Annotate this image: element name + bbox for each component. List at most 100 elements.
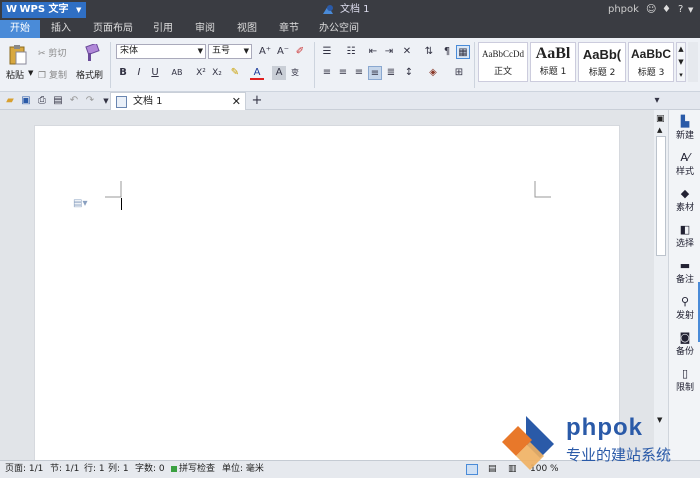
- tab-view[interactable]: 视图: [230, 20, 264, 38]
- format-painter-button[interactable]: 格式刷: [76, 68, 103, 81]
- document-tab[interactable]: 文档 1 ✕: [110, 92, 246, 110]
- side-item-material[interactable]: ◆ 素材: [669, 187, 700, 214]
- user-name[interactable]: phpok: [608, 2, 639, 18]
- shrink-font-icon[interactable]: A⁻: [276, 45, 290, 59]
- show-marks-icon[interactable]: ¶: [440, 45, 454, 59]
- status-unit[interactable]: 单位: 毫米: [222, 461, 264, 478]
- redo-icon[interactable]: ↷: [83, 94, 97, 108]
- page-view-icon[interactable]: [466, 464, 478, 475]
- align-center-icon[interactable]: ≡: [336, 66, 350, 80]
- bullet-list-icon[interactable]: ☰: [320, 45, 334, 59]
- sort-icon[interactable]: ⇅: [422, 45, 436, 59]
- paragraph-icon[interactable]: ▤▾: [73, 198, 87, 209]
- chevron-down-icon[interactable]: ▼: [28, 69, 33, 77]
- style-heading-3[interactable]: AaBbC 标题 3: [628, 42, 674, 82]
- strikethrough-icon[interactable]: AB: [168, 66, 186, 80]
- distribute-icon[interactable]: ≣: [384, 66, 398, 80]
- line-spacing-icon[interactable]: ↕: [402, 66, 416, 80]
- app-name: WPS 文字: [19, 4, 69, 15]
- help-button[interactable]: ?: [678, 2, 683, 18]
- chinese-layout-icon[interactable]: ✕: [400, 45, 414, 59]
- gridlines-icon[interactable]: ▦: [456, 45, 470, 59]
- side-item-send[interactable]: ⚲ 发射: [669, 296, 700, 322]
- char-shading-icon[interactable]: A: [272, 66, 286, 80]
- material-icon: ◆: [680, 187, 690, 200]
- font-color-icon[interactable]: A: [250, 66, 264, 80]
- save-icon[interactable]: ▣: [19, 94, 33, 108]
- tab-chapter[interactable]: 章节: [272, 20, 306, 38]
- border-icon[interactable]: ⊞: [452, 66, 466, 80]
- superscript-icon[interactable]: X²: [194, 66, 208, 80]
- cut-button[interactable]: ✂ 剪切: [38, 46, 66, 59]
- side-item-select[interactable]: ◧ 选择: [669, 224, 700, 250]
- chevron-down-icon: ▼: [76, 6, 82, 14]
- watermark-brand: phpok: [566, 414, 643, 441]
- increase-indent-icon[interactable]: ⇥: [382, 45, 396, 59]
- ruler-toggle-icon[interactable]: ▣: [656, 114, 665, 124]
- paste-icon[interactable]: [8, 44, 28, 66]
- underline-icon[interactable]: U: [148, 66, 162, 80]
- numbered-list-icon[interactable]: ☷: [344, 45, 358, 59]
- scroll-up-icon[interactable]: ▲: [657, 126, 662, 134]
- document-icon: [116, 96, 127, 108]
- font-size-select[interactable]: 五号 ▼: [208, 44, 252, 59]
- menu-tabs: 开始 插入 页面布局 引用 审阅 视图 章节 办公空间: [0, 20, 700, 38]
- open-folder-icon[interactable]: ▰: [3, 94, 17, 108]
- close-icon[interactable]: ✕: [232, 93, 241, 110]
- clear-format-icon[interactable]: ✐: [293, 45, 307, 59]
- grow-font-icon[interactable]: A⁺: [258, 45, 272, 59]
- tab-review[interactable]: 审阅: [188, 20, 222, 38]
- skin-icon[interactable]: ☺: [646, 2, 656, 18]
- task-pane: ▙ 新建 A⁄ 样式 ◆ 素材 ◧ 选择 ▬ 备注 ⚲ 发射 ◙ 备份 ▯ 限制: [668, 110, 700, 460]
- scissors-icon: ✂: [38, 49, 46, 59]
- side-item-style[interactable]: A⁄ 样式: [669, 152, 700, 178]
- phonetic-icon[interactable]: 变: [288, 66, 302, 80]
- chevron-down-icon[interactable]: ▼: [688, 2, 693, 18]
- decrease-indent-icon[interactable]: ⇤: [366, 45, 380, 59]
- side-item-comment[interactable]: ▬ 备注: [669, 260, 700, 286]
- tab-menu-icon[interactable]: ▾: [650, 94, 664, 108]
- shirt-icon[interactable]: ♦: [662, 2, 671, 18]
- tab-start[interactable]: 开始: [0, 20, 40, 38]
- style-normal[interactable]: AaBbCcDd 正文: [478, 42, 528, 82]
- paragraph-shading-icon[interactable]: ◈: [426, 66, 440, 80]
- status-page[interactable]: 页面: 1/1: [5, 461, 43, 478]
- side-item-new[interactable]: ▙ 新建: [669, 116, 700, 142]
- align-right-icon[interactable]: ≡: [352, 66, 366, 80]
- undo-icon[interactable]: ↶: [67, 94, 81, 108]
- paste-button[interactable]: 粘贴: [6, 68, 24, 81]
- tab-reference[interactable]: 引用: [146, 20, 180, 38]
- font-name-select[interactable]: 宋体 ▼: [116, 44, 206, 59]
- copy-button[interactable]: ❐ 复制: [38, 68, 67, 81]
- style-gallery-scroll[interactable]: ▲ ▼ ▾: [676, 42, 686, 82]
- vertical-scrollbar[interactable]: ▣ ▲ ▼: [654, 110, 668, 460]
- style-heading-1[interactable]: AaBl 标题 1: [530, 42, 576, 82]
- outline-view-icon[interactable]: ▤: [488, 461, 497, 478]
- tab-page-layout[interactable]: 页面布局: [88, 20, 138, 38]
- new-tab-icon[interactable]: +: [250, 94, 264, 108]
- subscript-icon[interactable]: X₂: [210, 66, 224, 80]
- ribbon-scroll-handle[interactable]: [688, 42, 698, 82]
- format-painter-icon[interactable]: [84, 42, 100, 62]
- style-heading-2[interactable]: AaBb( 标题 2: [578, 42, 626, 82]
- tab-insert[interactable]: 插入: [42, 20, 80, 38]
- bold-icon[interactable]: B: [116, 66, 130, 80]
- scroll-thumb[interactable]: [656, 136, 666, 256]
- align-left-icon[interactable]: ≡: [320, 66, 334, 80]
- italic-icon[interactable]: I: [132, 66, 146, 80]
- side-item-backup[interactable]: ◙ 备份: [669, 332, 700, 358]
- tab-office-space[interactable]: 办公空间: [314, 20, 364, 38]
- highlight-icon[interactable]: ✎: [228, 66, 242, 80]
- status-section[interactable]: 节: 1/1: [50, 461, 79, 478]
- status-spell-check[interactable]: 拼写检查: [179, 461, 215, 478]
- justify-icon[interactable]: ≡: [368, 66, 382, 80]
- status-words[interactable]: 字数: 0: [135, 461, 165, 478]
- margin-corner-tl: [105, 181, 122, 198]
- app-menu-button[interactable]: W WPS 文字 ▼: [2, 2, 86, 18]
- print-preview-icon[interactable]: ▤: [51, 94, 65, 108]
- status-col[interactable]: 列: 1: [108, 461, 129, 478]
- side-item-restrict[interactable]: ▯ 限制: [669, 368, 700, 394]
- spell-check-icon: [171, 466, 177, 472]
- status-row[interactable]: 行: 1: [84, 461, 105, 478]
- print-icon[interactable]: ⎙: [35, 94, 49, 108]
